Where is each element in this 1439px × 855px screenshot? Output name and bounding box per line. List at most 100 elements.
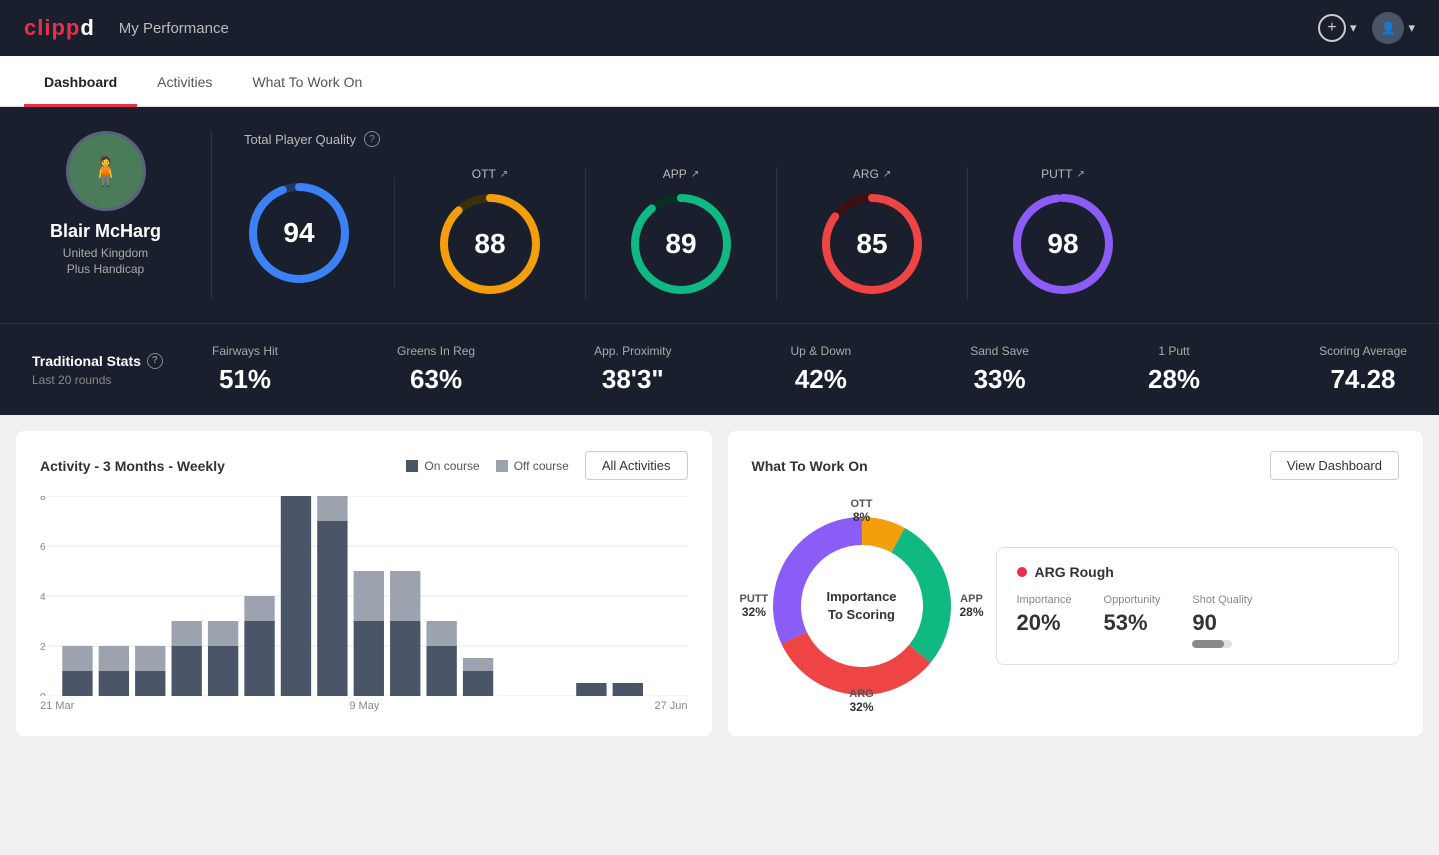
chart-x-labels: 21 Mar 9 May 27 Jun: [40, 696, 688, 712]
gauge-ott: 88: [435, 189, 545, 299]
svg-text:2: 2: [40, 642, 46, 653]
quality-card-ott: OTT ↗ 88: [395, 167, 586, 299]
stats-items: Fairways Hit 51% Greens In Reg 63% App. …: [212, 344, 1407, 395]
detail-title: ARG Rough: [1035, 564, 1114, 580]
svg-text:4: 4: [40, 592, 46, 603]
quality-card-tpq: 94: [244, 178, 395, 288]
player-info: 🧍 Blair McHarg United Kingdom Plus Handi…: [32, 131, 212, 299]
activity-title: Activity - 3 Months - Weekly: [40, 458, 225, 474]
metric-bar-shot-quality: [1192, 640, 1232, 648]
stat-value-sandsave: 33%: [970, 364, 1029, 395]
metric-opportunity: Opportunity 53%: [1104, 594, 1161, 648]
stats-label: Traditional Stats ?: [32, 353, 212, 369]
all-activities-button[interactable]: All Activities: [585, 451, 688, 480]
segment-label-putt: PUTT 32%: [740, 593, 769, 619]
tab-dashboard[interactable]: Dashboard: [24, 56, 137, 107]
metric-value-shot-quality: 90: [1192, 610, 1252, 636]
help-icon[interactable]: ?: [364, 131, 380, 147]
segment-label-app: APP 28%: [959, 593, 983, 619]
stat-name-sandsave: Sand Save: [970, 344, 1029, 358]
arg-label: ARG ↗: [853, 167, 891, 181]
stat-updown: Up & Down 42%: [791, 344, 852, 395]
add-button[interactable]: + ▾: [1318, 14, 1357, 42]
stat-fairways: Fairways Hit 51%: [212, 344, 278, 395]
view-dashboard-button[interactable]: View Dashboard: [1270, 451, 1399, 480]
metric-name-shot-quality: Shot Quality: [1192, 594, 1252, 606]
wtwo-header: What To Work On View Dashboard: [752, 451, 1400, 480]
gauge-tpq: 94: [244, 178, 354, 288]
nav-left: clippd My Performance: [24, 15, 229, 41]
donut-chart: Importance To Scoring OTT 8% APP 28% ARG…: [752, 496, 972, 716]
app-value: 89: [665, 228, 696, 260]
stat-sandsave: Sand Save 33%: [970, 344, 1029, 395]
bar-chart: 0 2 4 6 8: [40, 496, 688, 696]
quality-card-putt: PUTT ↗ 98: [968, 167, 1158, 299]
hero-section: 🧍 Blair McHarg United Kingdom Plus Handi…: [0, 107, 1439, 323]
stat-name-gir: Greens In Reg: [397, 344, 475, 358]
nav-title: My Performance: [119, 20, 229, 37]
legend-dot-on: [406, 460, 418, 472]
gauge-arg: 85: [817, 189, 927, 299]
stat-value-1putt: 28%: [1148, 364, 1200, 395]
legend-off-course: Off course: [496, 459, 569, 473]
trend-icon: ↗: [500, 169, 508, 180]
ott-value: 88: [474, 228, 505, 260]
detail-header: ARG Rough: [1017, 564, 1379, 580]
stats-help-icon[interactable]: ?: [147, 353, 163, 369]
stat-1putt: 1 Putt 28%: [1148, 344, 1200, 395]
tab-activities[interactable]: Activities: [137, 56, 232, 107]
stats-label-group: Traditional Stats ? Last 20 rounds: [32, 353, 212, 387]
stat-value-proximity: 38'3": [594, 364, 671, 395]
segment-label-arg: ARG 32%: [849, 688, 873, 714]
segment-label-ott: OTT 8%: [851, 498, 873, 524]
detail-metrics: Importance 20% Opportunity 53% Shot Qual…: [1017, 594, 1379, 648]
stat-proximity: App. Proximity 38'3": [594, 344, 671, 395]
stat-value-updown: 42%: [791, 364, 852, 395]
svg-text:6: 6: [40, 542, 46, 553]
stat-value-gir: 63%: [397, 364, 475, 395]
metric-name-importance: Importance: [1017, 594, 1072, 606]
player-handicap: Plus Handicap: [67, 262, 144, 276]
quality-card-app: APP ↗ 89: [586, 167, 777, 299]
stat-name-1putt: 1 Putt: [1148, 344, 1200, 358]
ott-label: OTT ↗: [472, 167, 508, 181]
metric-value-importance: 20%: [1017, 610, 1072, 636]
activity-card: Activity - 3 Months - Weekly On course O…: [16, 431, 712, 736]
what-to-work-on-card: What To Work On View Dashboard: [728, 431, 1424, 736]
wtwo-content: Importance To Scoring OTT 8% APP 28% ARG…: [752, 496, 1400, 716]
putt-value: 98: [1047, 228, 1078, 260]
stats-period: Last 20 rounds: [32, 373, 212, 387]
activity-header: Activity - 3 Months - Weekly On course O…: [40, 451, 688, 480]
profile-button[interactable]: 👤 ▾: [1372, 12, 1415, 44]
metric-importance: Importance 20%: [1017, 594, 1072, 648]
quality-header: Total Player Quality ?: [244, 131, 1375, 147]
activity-legend: On course Off course: [406, 459, 569, 473]
quality-card-arg: ARG ↗ 85: [777, 167, 968, 299]
chart-svg: 0 2 4 6 8: [40, 496, 688, 696]
x-label-2: 9 May: [349, 700, 379, 712]
top-navigation: clippd My Performance + ▾ 👤 ▾: [0, 0, 1439, 56]
metric-name-opportunity: Opportunity: [1104, 594, 1161, 606]
detail-dot: [1017, 567, 1027, 577]
stat-name-updown: Up & Down: [791, 344, 852, 358]
app-label: APP ↗: [663, 167, 699, 181]
chevron-down-icon-2: ▾: [1408, 20, 1415, 36]
app-logo: clippd: [24, 15, 95, 41]
svg-text:8: 8: [40, 496, 46, 503]
player-country: United Kingdom: [63, 246, 148, 260]
avatar: 👤: [1372, 12, 1404, 44]
metric-shot-quality: Shot Quality 90: [1192, 594, 1252, 648]
x-label-1: 21 Mar: [40, 700, 74, 712]
nav-right: + ▾ 👤 ▾: [1318, 12, 1415, 44]
detail-card: ARG Rough Importance 20% Opportunity 53%…: [996, 547, 1400, 665]
arg-value: 85: [856, 228, 887, 260]
donut-label: Importance To Scoring: [826, 588, 896, 624]
player-name: Blair McHarg: [50, 221, 161, 242]
stat-name-proximity: App. Proximity: [594, 344, 671, 358]
trend-icon-2: ↗: [691, 169, 699, 180]
stat-name-scoring: Scoring Average: [1319, 344, 1407, 358]
quality-cards: 94 OTT ↗ 88 AP: [244, 167, 1375, 299]
tab-what-to-work-on[interactable]: What To Work On: [232, 56, 382, 107]
svg-text:0: 0: [40, 692, 46, 696]
plus-icon: +: [1318, 14, 1346, 42]
